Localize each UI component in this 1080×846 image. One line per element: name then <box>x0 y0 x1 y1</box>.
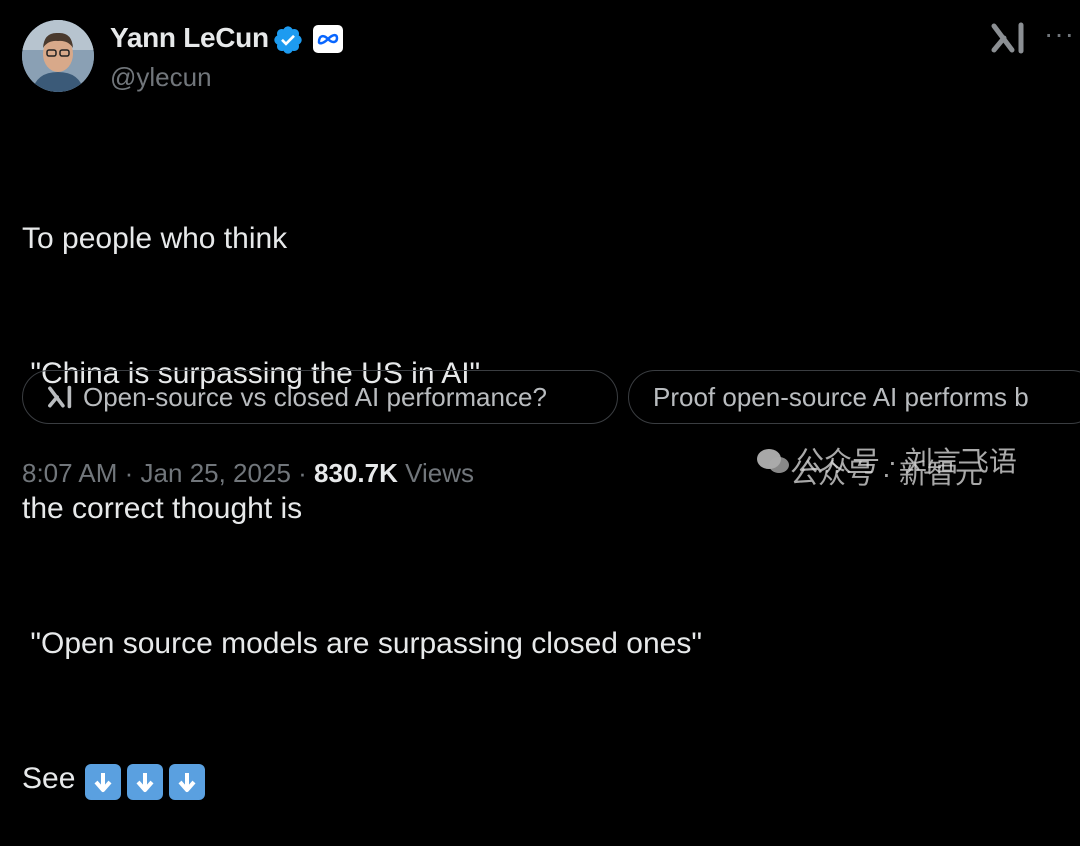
down-arrow-emoji-icon <box>169 764 206 800</box>
down-arrow-emoji-icon <box>127 764 164 800</box>
separator: · <box>124 458 134 488</box>
tweet-line: To people who think <box>22 222 288 255</box>
tweet-line: See <box>22 756 702 801</box>
more-options-icon[interactable]: ··· <box>1044 18 1075 50</box>
down-arrow-emoji-icon <box>85 764 122 800</box>
grok-suggestion-button[interactable]: Proof open-source AI performs b <box>628 370 1080 424</box>
meta-logo-icon[interactable] <box>313 25 343 53</box>
author-handle[interactable]: @ylecun <box>110 62 212 93</box>
views-label: Views <box>405 458 475 488</box>
grok-suggestion-button[interactable]: Open-source vs closed AI performance? <box>22 370 618 424</box>
avatar[interactable] <box>22 20 94 92</box>
grok-icon[interactable] <box>990 22 1026 54</box>
grok-suggestion-label: Open-source vs closed AI performance? <box>83 381 547 412</box>
verified-badge-icon <box>274 26 302 54</box>
tweet-time[interactable]: 8:07 AM <box>22 458 117 488</box>
tweet-date[interactable]: Jan 25, 2025 <box>141 458 291 488</box>
views-count: 830.7K <box>314 458 398 488</box>
separator: · <box>298 458 307 488</box>
tweet-line: "Open source models are surpassing close… <box>22 627 702 660</box>
tweet-meta: 8:07 AM · Jan 25, 2025 · 830.7K Views <box>22 458 474 489</box>
wechat-logo-icon <box>757 449 789 473</box>
grok-icon <box>48 385 72 409</box>
grok-suggestion-label: Proof open-source AI performs b <box>653 381 1029 412</box>
tweet-line-text: See <box>22 762 76 795</box>
emoji-row <box>85 764 206 800</box>
tweet-line: the correct thought is <box>22 492 303 525</box>
watermark: 公众号 · 新智元 <box>790 452 983 492</box>
watermark-text: 公众号 · 新智元 <box>790 458 983 489</box>
author-name[interactable]: Yann LeCun <box>110 22 269 54</box>
